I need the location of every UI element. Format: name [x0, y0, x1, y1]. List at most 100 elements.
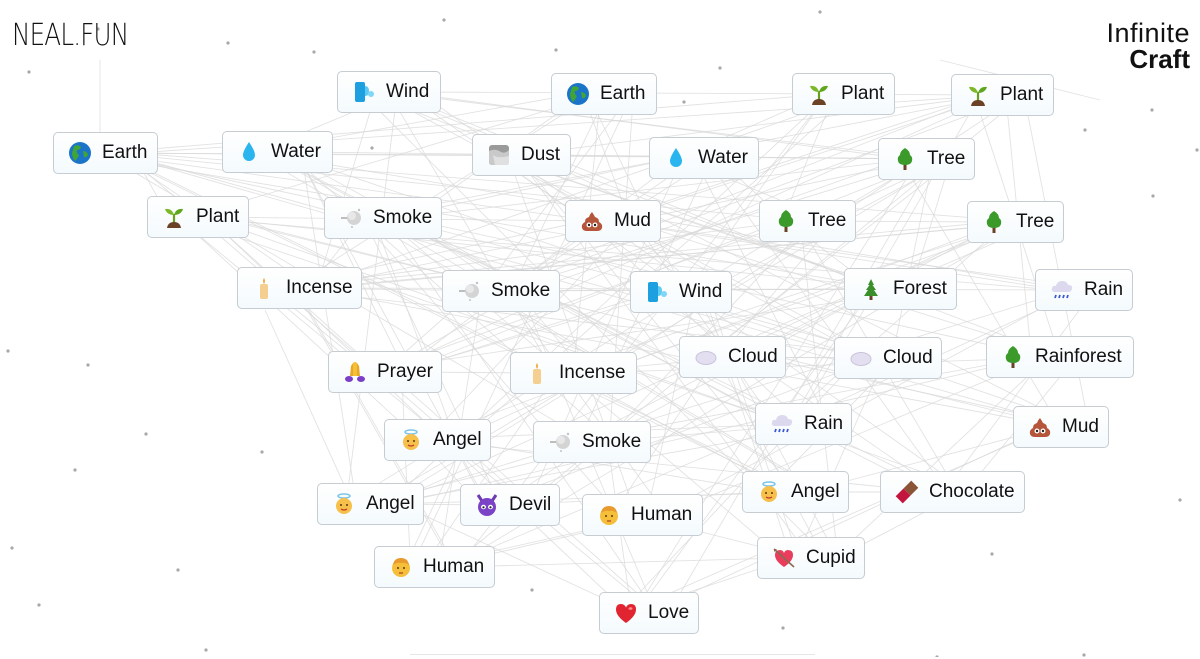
- element-label: Rain: [804, 413, 844, 434]
- element-label: Plant: [1000, 84, 1044, 105]
- element-rain[interactable]: Rain: [1035, 269, 1133, 311]
- connection-line: [587, 93, 685, 293]
- element-tree[interactable]: Tree: [878, 138, 975, 180]
- element-wind[interactable]: Wind: [630, 271, 732, 313]
- smoke-icon: [548, 430, 572, 454]
- element-devil[interactable]: Devil: [460, 484, 560, 526]
- connection-line: [401, 371, 411, 568]
- background-dot: [144, 432, 148, 436]
- neal-fun-logo[interactable]: NEAL.FUN: [12, 18, 129, 53]
- element-label: Chocolate: [929, 481, 1015, 502]
- tree-icon: [893, 147, 917, 171]
- element-plant[interactable]: Plant: [951, 74, 1054, 116]
- connection-line: [177, 216, 420, 441]
- background-dot: [86, 363, 90, 367]
- background-dot: [73, 468, 77, 472]
- element-label: Angel: [433, 429, 482, 450]
- person-icon: [389, 555, 413, 579]
- element-cupid[interactable]: Cupid: [757, 537, 865, 579]
- connection-line: [795, 357, 886, 559]
- connection-line: [497, 94, 1023, 292]
- element-label: Mud: [1062, 416, 1099, 437]
- element-cloud[interactable]: Cloud: [679, 336, 786, 378]
- element-mud[interactable]: Mud: [565, 200, 661, 242]
- element-angel[interactable]: Angel: [384, 419, 491, 461]
- element-rainforest[interactable]: Rainforest: [986, 336, 1134, 378]
- element-tree[interactable]: Tree: [967, 201, 1064, 243]
- connection-line: [373, 217, 456, 441]
- element-angel[interactable]: Angel: [317, 483, 424, 525]
- element-label: Tree: [927, 148, 966, 169]
- element-incense[interactable]: Incense: [237, 267, 362, 309]
- background-dot: [312, 50, 316, 54]
- element-label: Human: [631, 504, 693, 525]
- element-prayer[interactable]: Prayer: [328, 351, 442, 393]
- background-dot: [682, 100, 686, 104]
- element-label: Plant: [841, 83, 885, 104]
- person-icon: [597, 503, 621, 527]
- element-smoke[interactable]: Smoke: [324, 197, 442, 239]
- element-label: Cloud: [728, 346, 778, 367]
- element-incense[interactable]: Incense: [510, 352, 637, 394]
- logo-line-infinite: Infinite: [1106, 18, 1190, 48]
- connection-line: [290, 93, 596, 289]
- background-dot: [370, 146, 374, 150]
- connection-line: [716, 356, 825, 559]
- logo-line-craft: Craft: [1129, 44, 1190, 74]
- background-dot: [442, 18, 446, 22]
- element-plant[interactable]: Plant: [792, 73, 895, 115]
- element-earth[interactable]: Earth: [53, 132, 158, 174]
- connection-line: [120, 152, 859, 359]
- element-forest[interactable]: Forest: [844, 268, 957, 310]
- connection-line: [297, 151, 907, 160]
- background-dot: [1082, 653, 1086, 657]
- connection-line: [392, 91, 878, 290]
- element-label: Devil: [509, 494, 552, 515]
- element-love[interactable]: Love: [599, 592, 699, 634]
- dust-icon: [487, 143, 511, 167]
- element-tree[interactable]: Tree: [759, 200, 856, 242]
- element-label: Rain: [1084, 279, 1124, 300]
- element-water[interactable]: Water: [649, 137, 759, 179]
- candle-icon: [525, 361, 549, 385]
- element-human[interactable]: Human: [582, 494, 703, 536]
- background-dot: [818, 10, 822, 14]
- element-cloud[interactable]: Cloud: [834, 337, 942, 379]
- element-mud[interactable]: Mud: [1013, 406, 1109, 448]
- element-angel[interactable]: Angel: [742, 471, 849, 513]
- heart-icon: [614, 601, 638, 625]
- background-dot: [718, 66, 722, 70]
- connection-line: [943, 289, 1095, 493]
- element-chocolate[interactable]: Chocolate: [880, 471, 1025, 513]
- element-human[interactable]: Human: [374, 546, 495, 588]
- mud-icon: [580, 209, 604, 233]
- tree-icon: [982, 210, 1006, 234]
- element-water[interactable]: Water: [222, 131, 333, 173]
- element-smoke[interactable]: Smoke: [533, 421, 651, 463]
- mud-icon: [1028, 415, 1052, 439]
- background-dot: [37, 603, 41, 607]
- connection-line: [454, 557, 784, 568]
- element-label: Earth: [102, 142, 148, 163]
- element-dust[interactable]: Dust: [472, 134, 571, 176]
- connection-line: [398, 157, 681, 373]
- angel-icon: [332, 492, 356, 516]
- cloud-icon: [694, 345, 718, 369]
- connection-line: [646, 291, 697, 516]
- element-rain[interactable]: Rain: [755, 403, 852, 445]
- connection-line: [485, 94, 989, 292]
- praying-hands-icon: [343, 360, 367, 384]
- element-plant[interactable]: Plant: [147, 196, 249, 238]
- element-label: Prayer: [377, 361, 433, 382]
- element-wind[interactable]: Wind: [337, 71, 441, 113]
- element-earth[interactable]: Earth: [551, 73, 657, 115]
- connection-line: [315, 91, 377, 289]
- element-smoke[interactable]: Smoke: [442, 270, 560, 312]
- connection-line: [275, 287, 909, 359]
- background-dot: [226, 41, 230, 45]
- globe-icon: [566, 82, 590, 106]
- connection-line: [418, 91, 702, 293]
- element-label: Water: [698, 147, 748, 168]
- background-dot: [990, 552, 994, 556]
- element-label: Incense: [559, 362, 626, 383]
